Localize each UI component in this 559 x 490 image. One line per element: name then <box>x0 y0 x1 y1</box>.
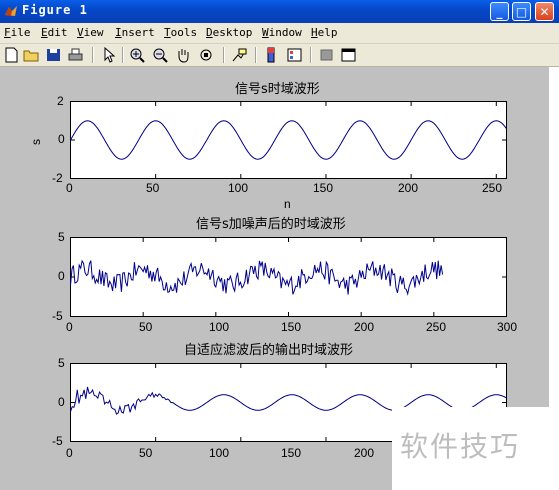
axes-box <box>70 237 507 317</box>
menu-edit[interactable]: Edit <box>41 26 68 39</box>
axes-box <box>70 101 507 179</box>
plot3-xtick: 100 <box>209 446 230 460</box>
plot3-ytick: 5 <box>58 356 65 370</box>
window-title: Figure 1 <box>22 3 88 17</box>
watermark-text: 软件技巧 <box>400 430 521 463</box>
menu-tools[interactable]: Tools <box>164 26 197 39</box>
zoom-in-icon[interactable] <box>129 47 146 63</box>
plot3-ytick: 0 <box>58 395 65 409</box>
plot3-xtick: 200 <box>354 446 375 460</box>
toolbar <box>0 44 559 67</box>
legend-icon[interactable] <box>286 47 303 63</box>
plot2-xtick: 250 <box>426 320 447 334</box>
maximize-button[interactable]: □ <box>512 2 531 21</box>
watermark: 软件技巧 <box>392 407 559 490</box>
plot2-title: 信号s加噪声后的时域波形 <box>196 217 346 232</box>
new-file-icon[interactable] <box>3 47 20 63</box>
plot1-xtick: 50 <box>146 181 160 195</box>
plot1-axes[interactable] <box>70 101 507 179</box>
pan-hand-icon[interactable] <box>175 47 192 63</box>
minimize-button[interactable]: _ <box>490 2 509 21</box>
plot1-xtick: 0 <box>66 181 73 195</box>
plot2-axes[interactable] <box>70 237 507 317</box>
close-button[interactable]: ✕ <box>535 2 554 21</box>
plot1-xtick: 200 <box>398 181 419 195</box>
plot2-xtick: 100 <box>209 320 230 334</box>
open-folder-icon[interactable] <box>23 47 40 63</box>
zoom-out-icon[interactable] <box>152 47 169 63</box>
plot2-ytick: 0 <box>58 269 65 283</box>
plot1-xtick: 250 <box>482 181 503 195</box>
plot1-xlabel: n <box>284 197 291 211</box>
plot3-ytick: -5 <box>52 434 63 448</box>
plot2-xtick: 200 <box>354 320 375 334</box>
plot3-xtick: 150 <box>281 446 302 460</box>
plot1-ytick: -2 <box>52 171 63 185</box>
plot3-xtick: 0 <box>66 446 73 460</box>
rotate-3d-icon[interactable] <box>198 47 215 63</box>
colorbar-icon[interactable] <box>263 47 280 63</box>
plot2-ytick: 5 <box>58 230 65 244</box>
menu-bar: File Edit View Insert Tools Desktop Wind… <box>0 23 559 44</box>
plot3-title: 自适应滤波后的输出时域波形 <box>184 343 354 358</box>
menu-insert[interactable]: Insert <box>115 26 155 39</box>
plot3-xtick: 50 <box>139 446 153 460</box>
title-bar: Figure 1 _ □ ✕ <box>0 0 559 23</box>
pointer-icon[interactable] <box>100 46 117 63</box>
menu-desktop[interactable]: Desktop <box>206 26 252 39</box>
menu-help[interactable]: Help <box>311 26 338 39</box>
plot2-ytick: -5 <box>52 309 63 323</box>
plot2-xtick: 0 <box>66 320 73 334</box>
plot2-xtick: 300 <box>497 320 518 334</box>
plot1-xtick: 150 <box>313 181 334 195</box>
show-plot-tools-icon[interactable] <box>340 47 357 63</box>
plot1-ytick: 0 <box>58 132 65 146</box>
matlab-logo-icon <box>5 6 17 16</box>
save-icon[interactable] <box>45 47 62 63</box>
hide-plot-tools-icon[interactable] <box>318 47 335 63</box>
plot2-xtick: 50 <box>139 320 153 334</box>
data-cursor-icon[interactable] <box>231 47 248 63</box>
menu-view[interactable]: View <box>77 26 104 39</box>
menu-file[interactable]: File <box>4 26 31 39</box>
plot1-title: 信号s时域波形 <box>235 82 320 97</box>
plot1-ylabel: s <box>29 139 43 145</box>
print-icon[interactable] <box>67 47 84 63</box>
plot2-xtick: 150 <box>281 320 302 334</box>
plot1-xtick: 100 <box>228 181 249 195</box>
plot1-ytick: 2 <box>57 94 64 108</box>
menu-window[interactable]: Window <box>262 26 302 39</box>
